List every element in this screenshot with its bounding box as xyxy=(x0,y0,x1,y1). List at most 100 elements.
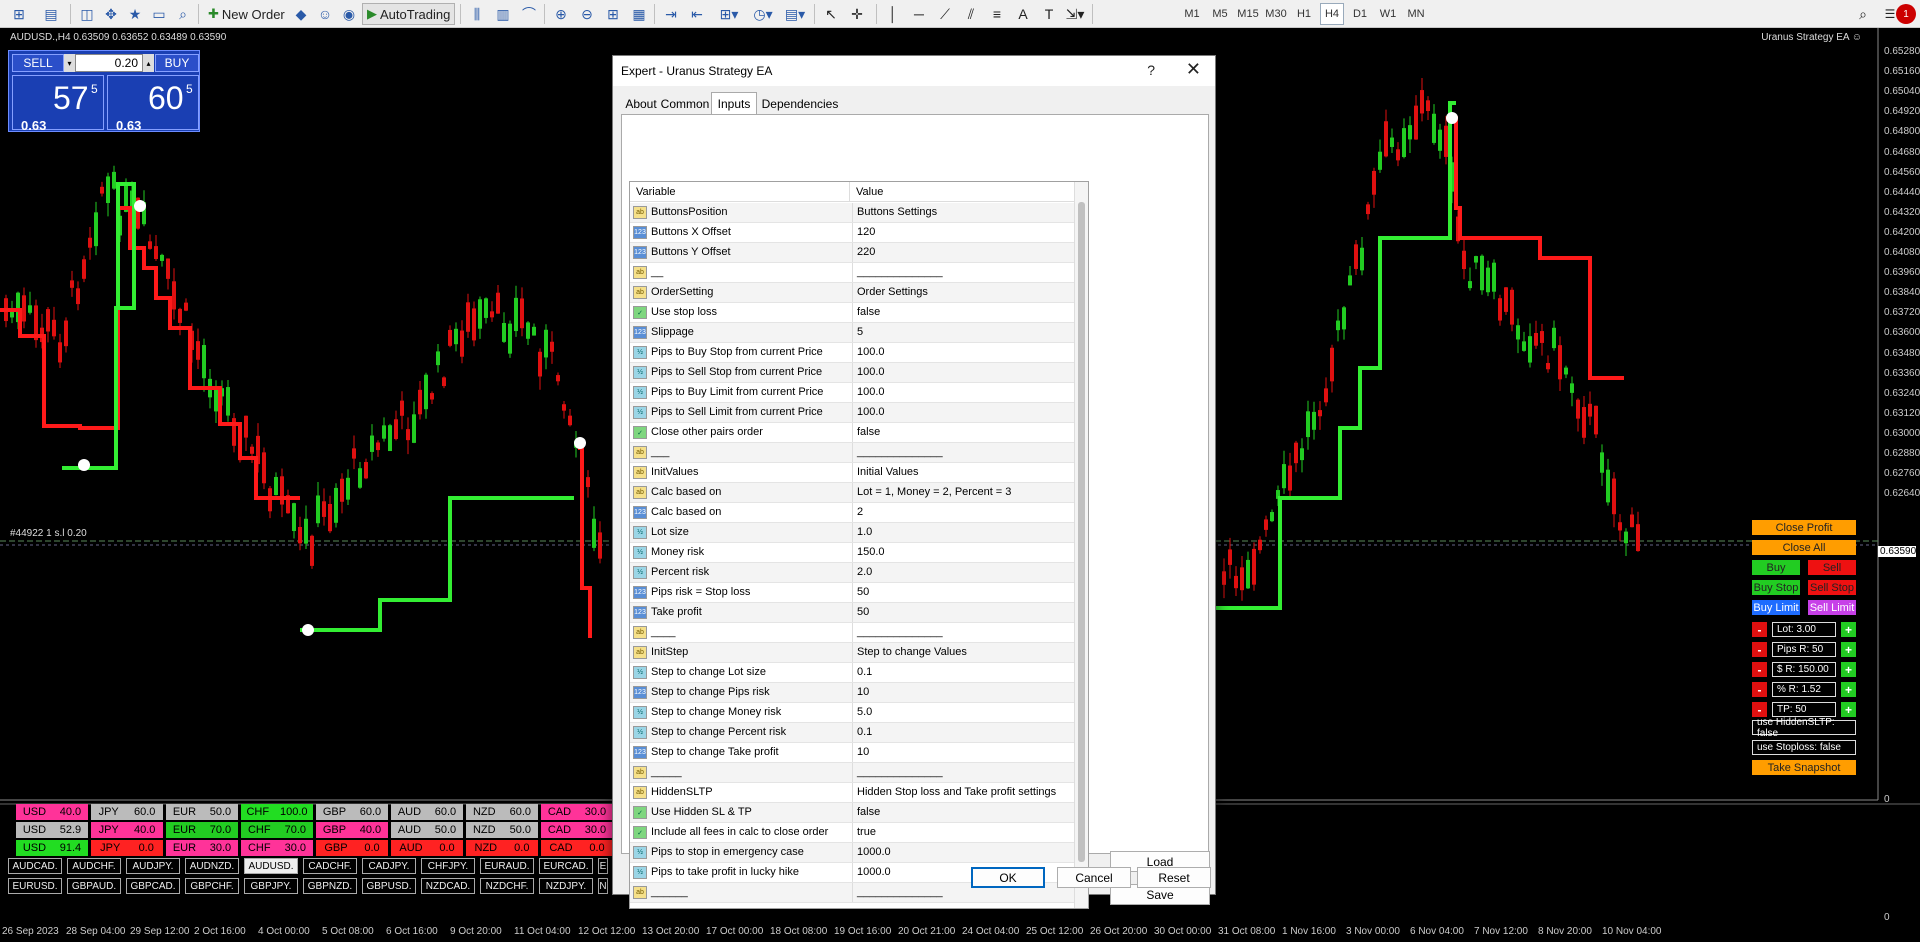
arrows-icon[interactable]: ⇲▾ xyxy=(1064,3,1086,25)
bar-chart-icon[interactable]: ⫼ xyxy=(466,3,488,25)
take-snapshot-button[interactable]: Take Snapshot xyxy=(1752,760,1856,775)
pair-button-cadchf[interactable]: CADCHF. xyxy=(303,858,357,874)
input-row[interactable]: ½ Pips to Buy Stop from current Price 100.… xyxy=(630,343,1075,363)
input-value[interactable]: 220 xyxy=(853,243,879,262)
vertical-line-icon[interactable]: │ xyxy=(882,3,904,25)
pair-button-gbpnzd[interactable]: GBPNZD. xyxy=(303,878,357,894)
input-value[interactable]: 5 xyxy=(853,323,867,342)
input-value[interactable]: false xyxy=(853,423,884,442)
input-row[interactable]: ✓ Include all fees in calc to close order… xyxy=(630,823,1075,843)
pair-button-e[interactable]: E xyxy=(598,858,608,874)
fibonacci-icon[interactable]: ≡ xyxy=(986,3,1008,25)
input-value[interactable]: 100.0 xyxy=(853,343,889,362)
autoscroll-icon[interactable]: ⇥ xyxy=(660,3,682,25)
metaeditor-icon[interactable]: ◆ xyxy=(290,3,312,25)
pair-button-audcad[interactable]: AUDCAD. xyxy=(8,858,62,874)
lot-increase-button[interactable]: + xyxy=(1841,622,1856,637)
lot-up-arrow-icon[interactable]: ▴ xyxy=(143,54,154,72)
tab-common[interactable]: Common xyxy=(661,94,710,114)
input-row[interactable]: ½ Percent risk 2.0 xyxy=(630,563,1075,583)
pips-field[interactable]: Pips R: 50 xyxy=(1772,642,1836,657)
pair-button-gbpjpy[interactable]: GBPJPY. xyxy=(244,878,298,894)
money-increase-button[interactable]: + xyxy=(1841,662,1856,677)
trendline-icon[interactable]: ⟋ xyxy=(934,3,956,25)
periods-icon[interactable]: ◷▾ xyxy=(752,3,774,25)
close-all-button[interactable]: Close All xyxy=(1752,540,1856,555)
ok-button[interactable]: OK xyxy=(971,867,1045,888)
pair-button-nzdchf[interactable]: NZDCHF. xyxy=(480,878,534,894)
lot-input[interactable]: 0.20 xyxy=(75,54,143,72)
input-value[interactable]: 120 xyxy=(853,223,879,242)
input-value[interactable]: 1.0 xyxy=(853,523,876,542)
close-icon[interactable]: ✕ xyxy=(1186,59,1201,80)
input-value[interactable]: Order Settings xyxy=(853,283,932,302)
pair-button-eurcad[interactable]: EURCAD. xyxy=(539,858,593,874)
input-row[interactable]: ✓ Use stop loss false xyxy=(630,303,1075,323)
lot-down-arrow-icon[interactable]: ▾ xyxy=(64,54,75,72)
input-row[interactable]: 123 Step to change Take profit 10 xyxy=(630,743,1075,763)
pips-increase-button[interactable]: + xyxy=(1841,642,1856,657)
input-value[interactable]: 0.1 xyxy=(853,723,876,742)
input-row[interactable]: ½ Pips to Buy Limit from current Price 100… xyxy=(630,383,1075,403)
input-row[interactable]: ab _____ ______________ xyxy=(630,763,1075,783)
input-row[interactable]: ab __ ______________ xyxy=(630,263,1075,283)
cursor-icon[interactable]: ↖ xyxy=(820,3,842,25)
input-row[interactable]: ½ Pips to Sell Stop from current Price 100… xyxy=(630,363,1075,383)
candlestick-icon[interactable]: ▥ xyxy=(492,3,514,25)
pair-button-cadjpy[interactable]: CADJPY. xyxy=(362,858,416,874)
input-value[interactable]: 1000.0 xyxy=(853,843,895,862)
tab-dependencies[interactable]: Dependencies xyxy=(761,94,839,114)
tab-about[interactable]: About xyxy=(623,94,659,114)
timeframe-m5[interactable]: M5 xyxy=(1208,3,1232,25)
navigator-icon[interactable]: ✥ xyxy=(100,3,122,25)
terminal-icon[interactable]: ▭ xyxy=(148,3,170,25)
grid-scrollbar[interactable] xyxy=(1074,182,1088,908)
timeframe-m1[interactable]: M1 xyxy=(1180,3,1204,25)
variable-column-header[interactable]: Variable xyxy=(630,182,850,201)
tile-windows-icon[interactable]: ⊞ xyxy=(602,3,624,25)
timeframe-mn[interactable]: MN xyxy=(1404,3,1428,25)
text-icon[interactable]: A xyxy=(1012,3,1034,25)
sell-stop-button[interactable]: Sell Stop xyxy=(1808,580,1856,595)
favorites-icon[interactable]: ★ xyxy=(124,3,146,25)
input-value[interactable]: true xyxy=(853,823,880,842)
input-value[interactable]: 1000.0 xyxy=(853,863,895,882)
input-value[interactable]: 50 xyxy=(853,603,873,622)
input-value[interactable]: ______________ xyxy=(853,763,947,782)
vps-icon[interactable]: ◉ xyxy=(338,3,360,25)
input-value[interactable]: 10 xyxy=(853,743,873,762)
crosshair-icon[interactable]: ✛ xyxy=(846,3,868,25)
lot-decrease-button[interactable]: - xyxy=(1752,622,1767,637)
ask-price[interactable]: 0.63 60 5 xyxy=(107,75,199,133)
pair-button-gbpcad[interactable]: GBPCAD. xyxy=(126,878,180,894)
cancel-button[interactable]: Cancel xyxy=(1057,867,1131,888)
input-row[interactable]: ab InitStep Step to change Values xyxy=(630,643,1075,663)
input-value[interactable]: false xyxy=(853,303,884,322)
zoom-in-icon[interactable]: ⊕ xyxy=(550,3,572,25)
text-label-icon[interactable]: T xyxy=(1038,3,1060,25)
tp-increase-button[interactable]: + xyxy=(1841,702,1856,717)
pair-button-audjpy[interactable]: AUDJPY. xyxy=(126,858,180,874)
input-row[interactable]: ab Calc based on Lot = 1, Money = 2, Perce… xyxy=(630,483,1075,503)
input-value[interactable]: Hidden Stop loss and Take profit setting… xyxy=(853,783,1060,802)
notification-badge[interactable]: 1 xyxy=(1896,4,1916,24)
tp-field[interactable]: TP: 50 xyxy=(1772,702,1836,717)
sell-button[interactable]: SELL xyxy=(12,54,64,72)
pair-button-audusd[interactable]: AUDUSD. xyxy=(244,858,298,874)
bid-price[interactable]: 0.63 57 5 xyxy=(12,75,104,133)
percent-decrease-button[interactable]: - xyxy=(1752,682,1767,697)
signals-icon[interactable]: ☺ xyxy=(314,3,336,25)
input-row[interactable]: ½ Step to change Percent risk 0.1 xyxy=(630,723,1075,743)
buy-button[interactable]: BUY xyxy=(155,54,199,72)
input-row[interactable]: ab OrderSetting Order Settings xyxy=(630,283,1075,303)
input-row[interactable]: ½ Pips to stop in emergency case 1000.0 xyxy=(630,843,1075,863)
input-value[interactable]: 100.0 xyxy=(853,383,889,402)
reset-button[interactable]: Reset xyxy=(1137,867,1211,888)
input-row[interactable]: ab ____ ______________ xyxy=(630,623,1075,643)
input-value[interactable]: Initial Values xyxy=(853,463,923,482)
timeframe-d1[interactable]: D1 xyxy=(1348,3,1372,25)
pair-button-chfjpy[interactable]: CHFJPY. xyxy=(421,858,475,874)
input-row[interactable]: 123 Buttons X Offset 120 xyxy=(630,223,1075,243)
chart-shift-icon[interactable]: ⇤ xyxy=(686,3,708,25)
timeframe-h1[interactable]: H1 xyxy=(1292,3,1316,25)
